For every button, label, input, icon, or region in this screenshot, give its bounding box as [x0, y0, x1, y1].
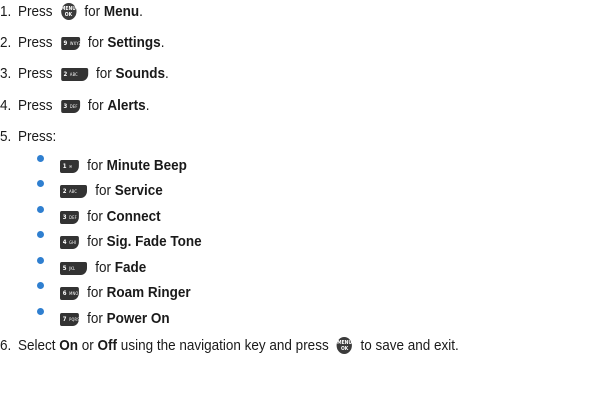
step-number: 5. — [0, 127, 12, 145]
step-target: Settings — [107, 33, 161, 51]
option-label: Fade — [114, 258, 147, 276]
step-target: Menu — [103, 2, 140, 20]
key-5-icon: 5 JKL — [60, 261, 87, 275]
key-4-icon: 4 GHI — [60, 235, 79, 249]
bullet-icon — [37, 231, 44, 238]
key-3-icon: 3 DEF — [60, 210, 79, 224]
key-6-icon: 6 MNO — [60, 286, 79, 300]
option-label: Power On — [106, 309, 170, 327]
option-label: Roam Ringer — [106, 283, 191, 301]
bullet-icon — [37, 180, 44, 187]
key-9-icon: 9 WXYZ — [60, 36, 81, 50]
key-2-icon: 2 ABC — [60, 67, 88, 81]
option-on: On — [59, 336, 79, 354]
bullet-icon — [37, 308, 44, 315]
option-label: Sig. Fade Tone — [106, 232, 202, 250]
step-target: Sounds — [115, 64, 166, 82]
bullet-icon — [37, 257, 44, 264]
instruction-list: 1. Press MENU OK for Menu . 2. Press 9 WXY… — [0, 0, 602, 409]
step-number: 2. — [0, 33, 12, 51]
step-number: 4. — [0, 96, 12, 114]
key-1-icon: 1 ✉ — [60, 159, 79, 173]
option-connect: 3 DEF for Connect — [60, 206, 161, 226]
step-text: for — [80, 2, 104, 20]
step-1: 1. Press MENU OK for Menu . — [0, 2, 143, 20]
step-number: 3. — [0, 64, 12, 82]
option-roam-ringer: 6 MNO for Roam Ringer — [60, 282, 191, 302]
step-5: 5. Press: — [0, 127, 57, 145]
step-number: 6. — [0, 336, 12, 354]
option-power-on: 7 PQRS for Power On — [60, 308, 170, 328]
step-4: 4. Press 3 DEF for Alerts . — [0, 96, 150, 114]
step-target: Alerts — [107, 96, 146, 114]
bullet-icon — [37, 155, 44, 162]
step-text: Press — [18, 33, 57, 51]
option-label: Minute Beep — [106, 156, 187, 174]
option-label: Service — [114, 181, 163, 199]
bullet-icon — [37, 282, 44, 289]
key-7-icon: 7 PQRS — [60, 312, 80, 326]
option-off: Off — [97, 336, 118, 354]
step-text: Press — [18, 2, 57, 20]
step-3: 3. Press 2 ABC for Sounds . — [0, 64, 169, 82]
menu-ok-key-icon: MENU OK — [336, 336, 353, 354]
option-sig-fade-tone: 4 GHI for Sig. Fade Tone — [60, 231, 202, 251]
option-fade: 5 JKL for Fade — [60, 257, 146, 277]
menu-ok-key-icon: MENU OK — [60, 2, 77, 20]
option-minute-beep: 1 ✉ for Minute Beep — [60, 155, 187, 175]
step-number: 1. — [0, 2, 12, 20]
option-label: Connect — [106, 207, 161, 225]
option-service: 2 ABC for Service — [60, 180, 163, 200]
bullet-icon — [37, 206, 44, 213]
key-3-icon: 3 DEF — [60, 99, 80, 113]
step-2: 2. Press 9 WXYZ for Settings . — [0, 33, 165, 51]
step-6: 6. Select On or Off using the navigation… — [0, 336, 459, 354]
key-2-icon: 2 ABC — [60, 184, 87, 198]
